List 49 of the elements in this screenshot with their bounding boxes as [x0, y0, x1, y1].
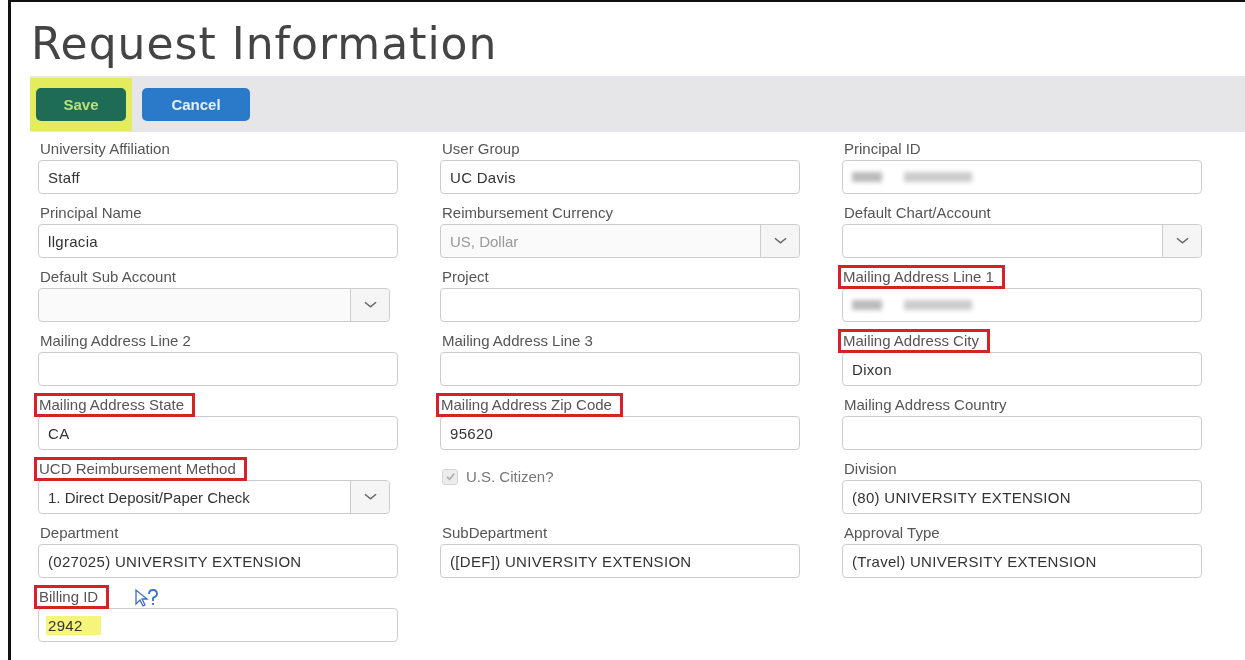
input-field[interactable]: Dixon	[842, 352, 1202, 386]
field-label: Billing ID	[34, 585, 110, 609]
field-label: User Group	[441, 140, 521, 158]
field-label: Reimbursement Currency	[441, 204, 614, 222]
input-field[interactable]	[440, 288, 800, 322]
input-field[interactable]: (027025) UNIVERSITY EXTENSION	[38, 544, 398, 578]
check-icon	[444, 471, 456, 482]
field-label: UCD Reimbursement Method	[34, 457, 247, 481]
field-label: Mailing Address State	[34, 393, 196, 417]
field-label: Default Sub Account	[39, 268, 177, 286]
field-label: Mailing Address Line 3	[441, 332, 594, 350]
field-label: Project	[441, 268, 490, 286]
field-label: Mailing Address City	[838, 329, 990, 353]
field-label: Mailing Address Line 1	[838, 265, 1005, 289]
input-field[interactable]	[440, 352, 800, 386]
field-label: Principal ID	[843, 140, 922, 158]
caret-icon	[773, 237, 787, 245]
input-field[interactable]: llgracia	[38, 224, 398, 258]
field-label: University Affiliation	[39, 140, 171, 158]
input-field[interactable]: 2942	[38, 608, 398, 642]
input-field[interactable]: ([DEF]) UNIVERSITY EXTENSION	[440, 544, 800, 578]
caret-icon	[1175, 237, 1189, 245]
save-button[interactable]: Save	[36, 87, 126, 121]
caret-icon	[363, 493, 377, 501]
field-label: Default Chart/Account	[843, 204, 992, 222]
input-field[interactable]	[842, 160, 1202, 194]
checkbox-label: U.S. Citizen?	[466, 468, 554, 485]
caret-icon	[363, 301, 377, 309]
field-label: Mailing Address Line 2	[39, 332, 192, 350]
select-field[interactable]	[842, 224, 1202, 258]
cancel-button[interactable]: Cancel	[142, 87, 250, 121]
field-label: Department	[39, 524, 120, 542]
field-label: Mailing Address Country	[843, 396, 1008, 414]
input-field[interactable]: (80) UNIVERSITY EXTENSION	[842, 480, 1202, 514]
page-title: Request Information	[30, 17, 499, 71]
input-field[interactable]: 95620	[440, 416, 800, 450]
input-field[interactable]: Staff	[38, 160, 398, 194]
field-label: Division	[843, 460, 898, 478]
select-field[interactable]: 1. Direct Deposit/Paper Check	[38, 480, 390, 514]
input-field[interactable]	[842, 416, 1202, 450]
input-field[interactable]	[842, 288, 1202, 322]
field-label: Principal Name	[39, 204, 143, 222]
field-label: SubDepartment	[441, 524, 549, 542]
input-field[interactable]: CA	[38, 416, 398, 450]
field-label: Mailing Address Zip Code	[436, 393, 623, 417]
input-field[interactable]: (Travel) UNIVERSITY EXTENSION	[842, 544, 1202, 578]
field-label: Approval Type	[843, 524, 941, 542]
input-field[interactable]	[38, 352, 398, 386]
input-field[interactable]: UC Davis	[440, 160, 800, 194]
